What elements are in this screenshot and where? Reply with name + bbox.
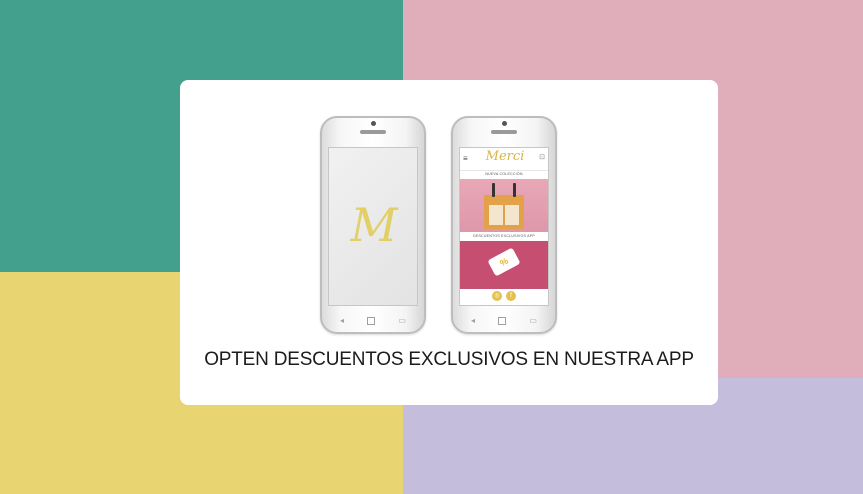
camera-icon (371, 121, 376, 126)
section-label-new-collection: NUEVA COLECCIÓN (485, 172, 523, 176)
brand-monogram: M (350, 198, 398, 252)
phone-soft-keys: ◂ ▭ (453, 316, 555, 326)
home-key-icon (367, 317, 376, 325)
menu-key-icon: ▭ (529, 316, 537, 325)
menu-key-icon: ▭ (398, 316, 406, 325)
phone-screen-app: ≡ Merci ⊡ NUEVA COLECCIÓN DESCUENTOS EXC… (459, 147, 549, 306)
phone-soft-keys: ◂ ▭ (322, 316, 424, 326)
facebook-icon[interactable]: f (506, 291, 516, 301)
app-brand-logo: Merci (485, 149, 525, 164)
phone-mockup-left: M ◂ ▭ (320, 116, 426, 334)
social-icons: ◎ f (460, 291, 548, 303)
discount-tag-icon: % (487, 247, 521, 277)
phone-mockup-right: ≡ Merci ⊡ NUEVA COLECCIÓN DESCUENTOS EXC… (451, 116, 557, 334)
speaker-grille (491, 130, 517, 134)
phone-screen-splash: M (328, 147, 418, 306)
bag-illustration (484, 183, 524, 229)
cart-icon[interactable]: ⊡ (539, 153, 545, 161)
instagram-icon[interactable]: ◎ (492, 291, 502, 301)
section-label-app-discounts: DESCUENTOS EXCLUSIVOS APP (473, 234, 535, 238)
hamburger-menu-icon[interactable]: ≡ (463, 155, 468, 163)
camera-icon (502, 121, 507, 126)
new-collection-banner[interactable] (460, 179, 548, 232)
discount-banner[interactable]: % (460, 241, 548, 289)
promo-card: M ◂ ▭ ≡ Merci ⊡ NUEVA COLECCIÓN DESCUENT… (180, 80, 718, 405)
promo-caption: OPTEN DESCUENTOS EXCLUSIVOS EN NUESTRA A… (204, 349, 694, 370)
back-key-icon: ◂ (340, 316, 345, 325)
app-header: ≡ Merci ⊡ (460, 148, 548, 171)
home-key-icon (498, 317, 507, 325)
speaker-grille (360, 130, 386, 134)
back-key-icon: ◂ (471, 316, 476, 325)
